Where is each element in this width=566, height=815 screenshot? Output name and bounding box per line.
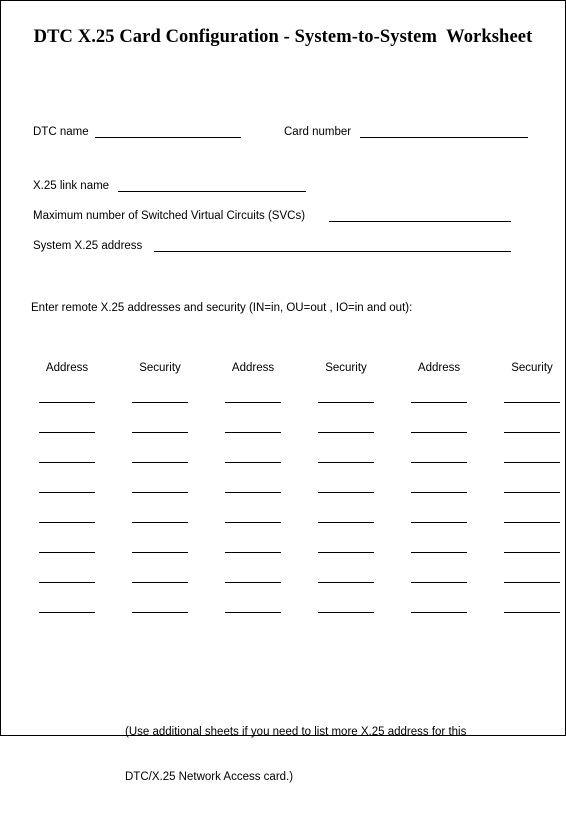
blank-security-field[interactable] xyxy=(318,492,374,493)
blank-address-field[interactable] xyxy=(411,552,467,553)
instructions-text: Enter remote X.25 addresses and security… xyxy=(31,302,413,314)
blank-security-field[interactable] xyxy=(132,582,188,583)
blank-address-field[interactable] xyxy=(225,432,281,433)
blank-security-field[interactable] xyxy=(504,522,560,523)
blank-address-field[interactable] xyxy=(39,492,95,493)
max-svcs-label: Maximum number of Switched Virtual Circu… xyxy=(33,210,306,222)
column-header-security: Security xyxy=(139,362,181,374)
blank-security-field[interactable] xyxy=(132,612,188,613)
blank-security-field[interactable] xyxy=(504,432,560,433)
column-header-security: Security xyxy=(325,362,367,374)
blank-address-field[interactable] xyxy=(39,582,95,583)
link-name-field[interactable] xyxy=(118,191,306,192)
blank-security-field[interactable] xyxy=(504,492,560,493)
blank-address-field[interactable] xyxy=(225,552,281,553)
blank-address-field[interactable] xyxy=(39,612,95,613)
blank-security-field[interactable] xyxy=(504,402,560,403)
blank-security-field[interactable] xyxy=(318,462,374,463)
blank-security-field[interactable] xyxy=(132,462,188,463)
page-title: DTC X.25 Card Configuration - System-to-… xyxy=(33,27,533,47)
blank-address-field[interactable] xyxy=(411,522,467,523)
blank-address-field[interactable] xyxy=(411,612,467,613)
blank-address-field[interactable] xyxy=(411,432,467,433)
blank-address-field[interactable] xyxy=(39,462,95,463)
blank-security-field[interactable] xyxy=(504,612,560,613)
blank-security-field[interactable] xyxy=(318,432,374,433)
blank-security-field[interactable] xyxy=(318,552,374,553)
blank-address-field[interactable] xyxy=(39,552,95,553)
blank-security-field[interactable] xyxy=(132,492,188,493)
column-header-address: Address xyxy=(45,362,89,374)
blank-security-field[interactable] xyxy=(132,432,188,433)
blank-security-field[interactable] xyxy=(318,522,374,523)
blank-security-field[interactable] xyxy=(504,582,560,583)
blank-address-field[interactable] xyxy=(411,402,467,403)
blank-address-field[interactable] xyxy=(411,582,467,583)
blank-security-field[interactable] xyxy=(318,402,374,403)
footnote: (Use additional sheets if you need to li… xyxy=(125,695,466,815)
blank-address-field[interactable] xyxy=(225,612,281,613)
card-number-label: Card number xyxy=(284,126,352,138)
blank-security-field[interactable] xyxy=(504,462,560,463)
column-header-security: Security xyxy=(511,362,553,374)
blank-address-field[interactable] xyxy=(225,462,281,463)
system-address-label: System X.25 address xyxy=(33,240,143,252)
blank-security-field[interactable] xyxy=(132,552,188,553)
footnote-line-1: (Use additional sheets if you need to li… xyxy=(125,726,467,738)
blank-address-field[interactable] xyxy=(225,522,281,523)
max-svcs-field[interactable] xyxy=(329,221,511,222)
card-number-field[interactable] xyxy=(360,137,528,138)
dtc-name-field[interactable] xyxy=(95,137,241,138)
system-address-field[interactable] xyxy=(154,251,511,252)
worksheet-page: DTC X.25 Card Configuration - System-to-… xyxy=(0,0,566,783)
blank-address-field[interactable] xyxy=(39,522,95,523)
blank-security-field[interactable] xyxy=(318,582,374,583)
blank-address-field[interactable] xyxy=(225,402,281,403)
blank-address-field[interactable] xyxy=(411,492,467,493)
column-header-address: Address xyxy=(417,362,461,374)
blank-security-field[interactable] xyxy=(504,552,560,553)
blank-address-field[interactable] xyxy=(411,462,467,463)
footnote-line-2: DTC/X.25 Network Access card.) xyxy=(125,771,294,783)
blank-address-field[interactable] xyxy=(225,492,281,493)
blank-security-field[interactable] xyxy=(132,402,188,403)
link-name-label: X.25 link name xyxy=(33,180,110,192)
column-header-address: Address xyxy=(231,362,275,374)
blank-address-field[interactable] xyxy=(39,432,95,433)
blank-address-field[interactable] xyxy=(225,582,281,583)
dtc-name-label: DTC name xyxy=(33,126,89,138)
blank-security-field[interactable] xyxy=(318,612,374,613)
blank-security-field[interactable] xyxy=(132,522,188,523)
blank-address-field[interactable] xyxy=(39,402,95,403)
